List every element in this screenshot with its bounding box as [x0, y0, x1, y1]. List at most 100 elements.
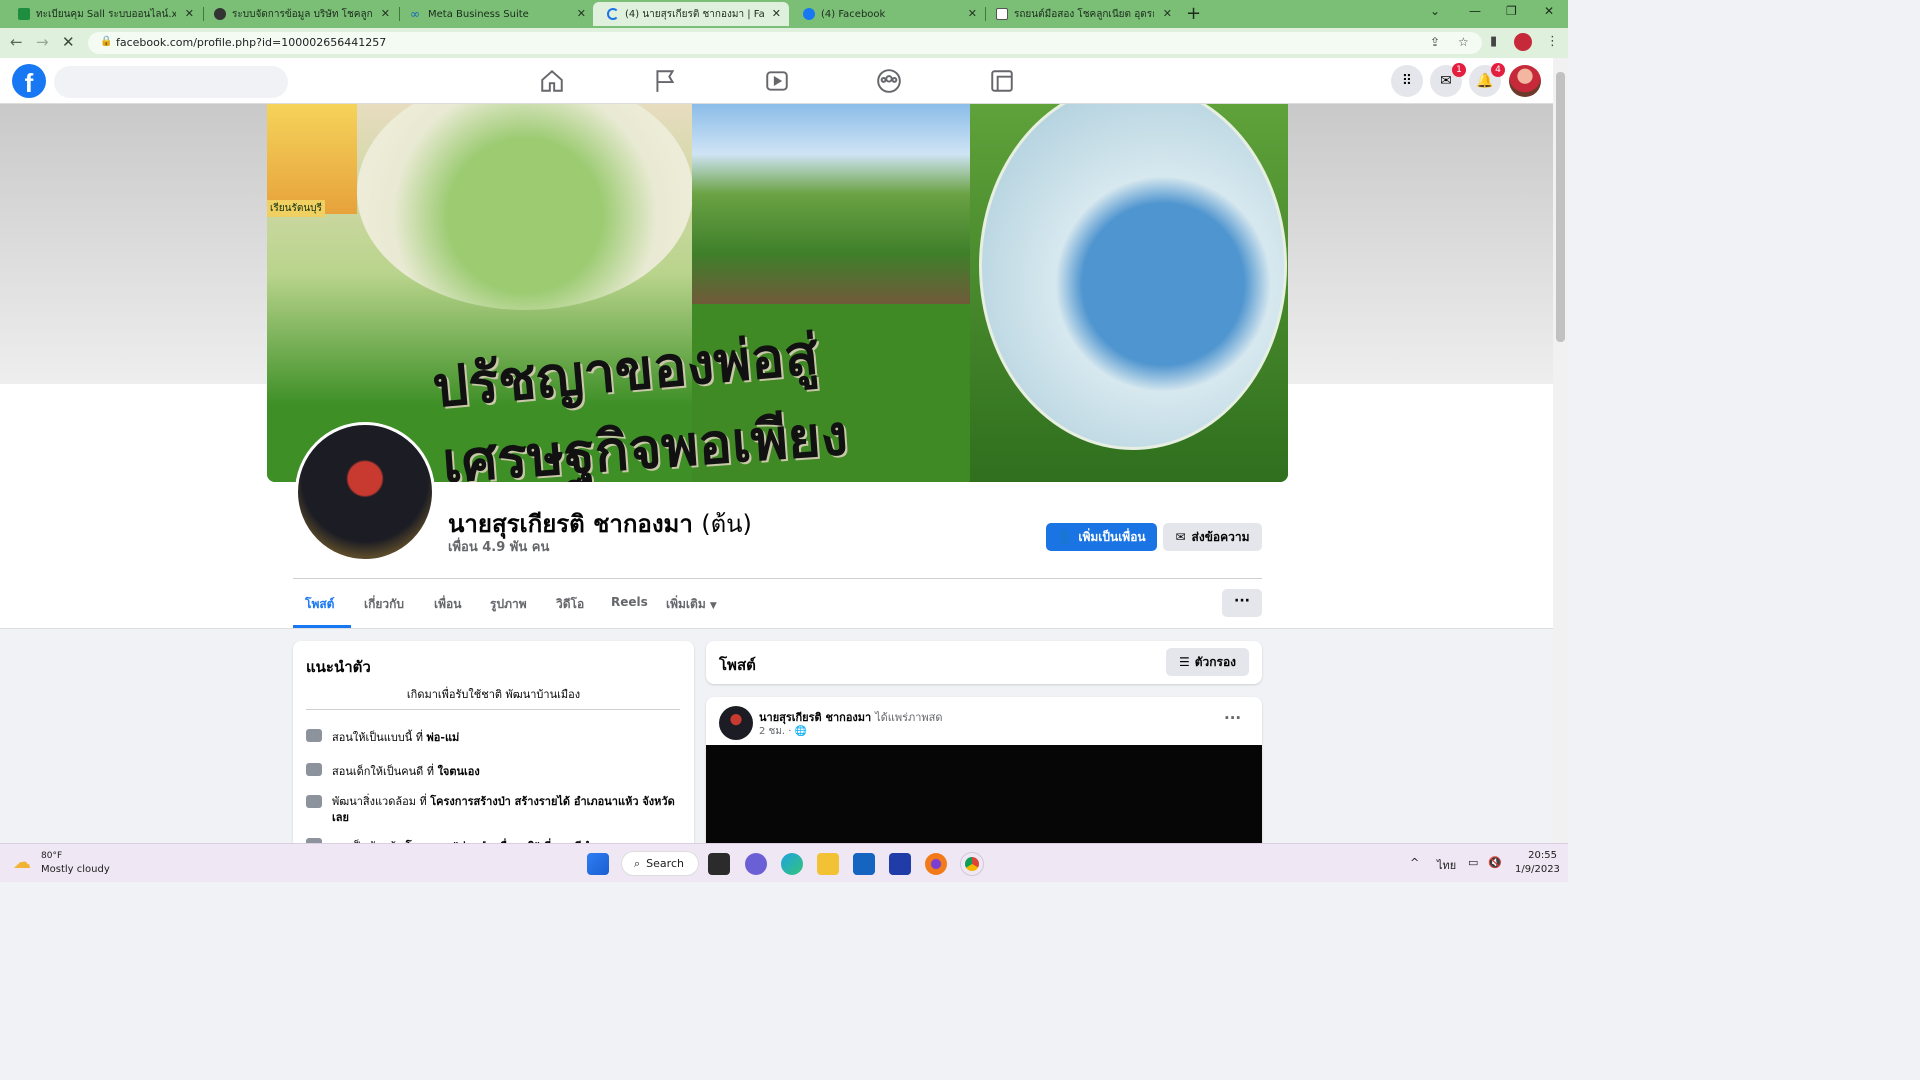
weather-temperature[interactable]: 80°F [41, 851, 62, 861]
new-tab-button[interactable]: + [1186, 3, 1201, 24]
close-tab-icon[interactable]: ✕ [185, 7, 194, 20]
tab-posts[interactable]: โพสต์ [305, 595, 334, 614]
forward-arrow-icon[interactable]: → [36, 33, 49, 51]
task-view-icon[interactable] [708, 853, 730, 875]
post-author-avatar[interactable] [719, 706, 753, 740]
browser-tab-strip: ทะเบียนคุม Sall ระบบออนไลน์.xlsx - Goo ✕… [0, 0, 1568, 28]
groups-icon[interactable] [876, 68, 902, 94]
profile-divider [293, 578, 1262, 579]
home-icon[interactable] [539, 68, 565, 94]
menu-grid-icon[interactable]: ⠿ [1391, 65, 1423, 97]
browser-tab[interactable]: ระบบจัดการข้อมูล บริษัท โชคลูกเนียต ค ✕ [200, 2, 398, 26]
filter-button[interactable]: ☰ ตัวกรอง [1166, 648, 1249, 676]
bookmark-star-icon[interactable]: ☆ [1458, 35, 1469, 49]
chrome-icon[interactable] [961, 853, 983, 875]
browser-tab-active[interactable]: (4) นายสุรเกียรติ ชากองมา | Faceboo ✕ [593, 2, 789, 26]
intro-divider [306, 709, 680, 710]
facebook-logo[interactable]: f [12, 64, 46, 98]
post-author-name[interactable]: นายสุรเกียรติ ชากองมา [759, 711, 871, 724]
filter-sliders-icon: ☰ [1178, 655, 1190, 669]
taskbar-search[interactable]: ⌕ Search [621, 851, 699, 876]
restore-button[interactable]: ❐ [1506, 4, 1517, 18]
firefox-icon[interactable] [925, 853, 947, 875]
close-window-button[interactable]: ✕ [1544, 4, 1554, 18]
start-windows-icon[interactable] [587, 853, 609, 875]
tab-more[interactable]: เพิ่มเติม ▼ [666, 595, 717, 614]
account-avatar[interactable] [1509, 65, 1541, 97]
tab-search-icon[interactable]: ⌄ [1430, 4, 1440, 18]
close-tab-icon[interactable]: ✕ [968, 7, 977, 20]
file-explorer-icon[interactable] [817, 853, 839, 875]
profile-more-button[interactable]: ··· [1222, 589, 1262, 617]
app-icon[interactable] [889, 853, 911, 875]
network-icon[interactable]: ▭ [1468, 856, 1478, 869]
tab-photos[interactable]: รูปภาพ [490, 595, 527, 614]
show-hidden-icons-chevron[interactable]: ^ [1410, 856, 1419, 869]
public-globe-icon: 🌐 [794, 726, 808, 737]
close-tab-icon[interactable]: ✕ [381, 7, 390, 20]
browser-tab[interactable]: (4) Facebook ✕ [789, 2, 985, 26]
add-friend-button[interactable]: 👤 เพิ่มเป็นเพื่อน [1046, 523, 1157, 551]
facebook-search-input[interactable] [54, 66, 288, 98]
cover-photo[interactable]: เรียนรัตนบุรี ปรัชญาของพ่อสู่ เศรษฐกิจพอ… [267, 104, 1288, 482]
weather-cloudy-icon[interactable]: ☁ [13, 852, 31, 873]
intro-item: พัฒนาสิ่งแวดล้อม ที่ โครงการสร้างป่า สร้… [306, 794, 681, 826]
messenger-button[interactable]: ✉ 1 [1430, 63, 1466, 97]
search-icon: ⌕ [634, 856, 641, 870]
input-language[interactable]: ไทย [1437, 856, 1456, 874]
tab-videos[interactable]: วิดีโอ [556, 595, 584, 614]
tab-title: (4) นายสุรเกียรติ ชากองมา | Faceboo [625, 8, 765, 20]
loading-spinner-icon [607, 8, 619, 20]
tab-reels[interactable]: Reels [611, 595, 648, 609]
weather-description[interactable]: Mostly cloudy [41, 864, 110, 875]
browser-tab[interactable]: รถยนต์มือสอง โชคลูกเนียต อุดรธานี ✕ [982, 2, 1180, 26]
cover-seal-emblem [267, 104, 357, 214]
meta-icon: ∞ [410, 7, 420, 21]
edge-browser-icon[interactable] [781, 853, 803, 875]
mail-icon[interactable] [853, 853, 875, 875]
tab-about[interactable]: เกี่ยวกับ [364, 595, 404, 614]
close-tab-icon[interactable]: ✕ [577, 7, 586, 20]
address-bar[interactable]: 🔒 facebook.com/profile.php?id=1000026564… [88, 32, 1482, 54]
browser-tab[interactable]: ทะเบียนคุม Sall ระบบออนไลน์.xlsx - Goo ✕ [4, 2, 202, 26]
browser-profile-avatar[interactable] [1514, 33, 1532, 51]
lock-icon[interactable]: 🔒 [100, 36, 112, 47]
taskbar-search-label: Search [646, 857, 684, 870]
watch-video-icon[interactable] [764, 68, 790, 94]
browser-menu-icon[interactable]: ⋮ [1546, 34, 1559, 49]
message-button[interactable]: ✉ ส่งข้อความ [1163, 523, 1262, 551]
intro-item: สอนเด็กให้เป็นคนดี ที่ ใจตนเอง [306, 762, 681, 780]
notifications-button[interactable]: 🔔 4 [1469, 63, 1505, 97]
teams-chat-icon[interactable] [745, 853, 767, 875]
intro-bio: เกิดมาเพื่อรับใช้ชาติ พัฒนาบ้านเมือง [406, 688, 581, 701]
clock-date[interactable]: 1/9/2023 [1515, 864, 1560, 875]
tab-friends[interactable]: เพื่อน [434, 595, 461, 614]
page-scrollbar[interactable] [1553, 58, 1568, 843]
minimize-button[interactable]: — [1469, 4, 1481, 18]
url-text[interactable]: facebook.com/profile.php?id=100002656441… [116, 36, 386, 49]
post-meta: 2 ชม. · 🌐 [759, 724, 807, 739]
close-tab-icon[interactable]: ✕ [1163, 7, 1172, 20]
intro-item-place[interactable]: ใจตนเอง [438, 765, 480, 778]
browser-toolbar: ← → ✕ 🔒 facebook.com/profile.php?id=1000… [0, 28, 1568, 58]
back-arrow-icon[interactable]: ← [10, 33, 23, 51]
clock-time[interactable]: 20:55 [1521, 850, 1557, 861]
gaming-icon[interactable] [989, 68, 1015, 94]
volume-mute-icon[interactable]: 🔇 [1488, 856, 1502, 869]
pages-flag-icon[interactable] [652, 68, 678, 94]
share-icon[interactable]: ⇪ [1430, 35, 1440, 49]
stop-loading-icon[interactable]: ✕ [62, 33, 75, 51]
post-timestamp[interactable]: 2 ชม. · [759, 726, 795, 737]
profile-picture[interactable] [295, 422, 435, 562]
side-panel-icon[interactable]: ▮ [1490, 34, 1497, 49]
post-live-video[interactable] [706, 745, 1262, 857]
friends-count[interactable]: เพื่อน 4.9 พัน คน [448, 536, 549, 557]
intro-item-place[interactable]: พ่อ-แม่ [427, 731, 460, 744]
close-tab-icon[interactable]: ✕ [772, 7, 781, 20]
scrollbar-thumb[interactable] [1556, 72, 1565, 342]
messenger-icon: ✉ [1440, 73, 1452, 89]
post-menu-button[interactable]: ··· [1224, 709, 1241, 727]
sheets-icon [18, 8, 30, 20]
browser-tab[interactable]: ∞ Meta Business Suite ✕ [396, 2, 594, 26]
posts-heading: โพสต์ [719, 656, 756, 674]
